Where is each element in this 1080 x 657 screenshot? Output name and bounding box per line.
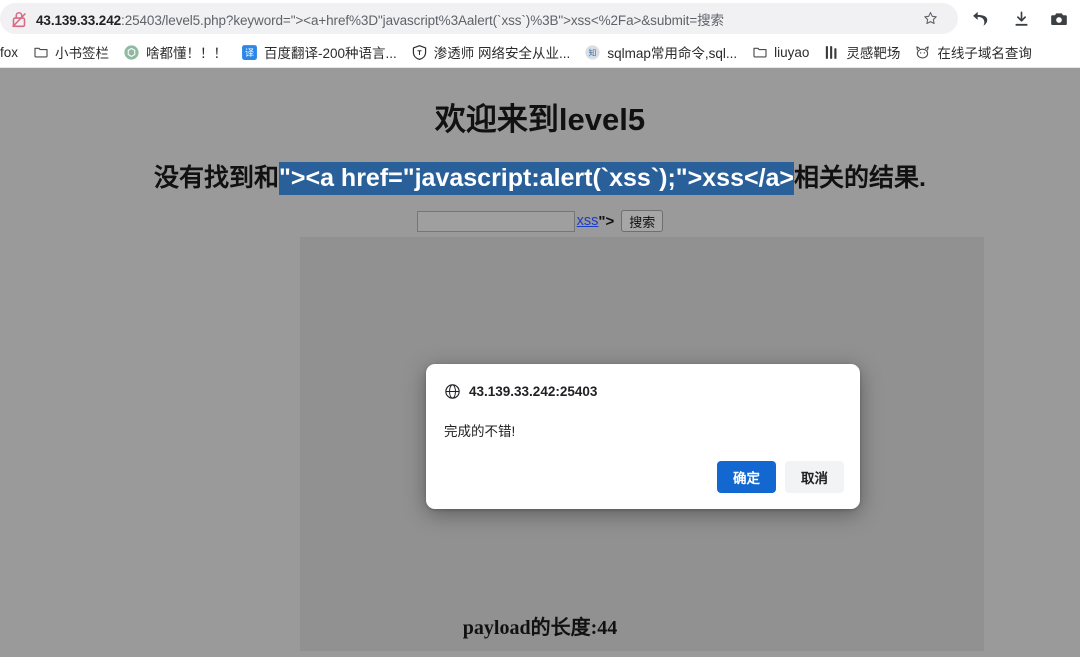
chatgpt-icon [123, 44, 140, 61]
dialog-message: 完成的不错! [444, 424, 516, 439]
page-title: 欢迎来到level5 [434, 102, 646, 137]
bookmark-label: 在线子域名查询 [937, 46, 1032, 61]
search-trailing-text: "> [598, 212, 615, 230]
result-selected-payload: "><a href="javascript:alert(`xss`);">xss… [279, 162, 795, 195]
dialog-header: 43.139.33.242:25403 [444, 383, 597, 400]
search-input[interactable] [416, 210, 575, 232]
bookmarks-bar: fox 小书签栏 啥都懂！！！ 译 百度翻译-200种语言... 渗透师 网络安… [0, 37, 1080, 68]
bookmark-label: fox [0, 44, 19, 60]
folder-icon [32, 44, 49, 61]
url-host: 43.139.33.242 [36, 12, 122, 28]
dialog-title: 43.139.33.242:25403 [469, 384, 598, 399]
dialog-cancel-button[interactable]: 取消 [785, 461, 844, 493]
bookmark-label: 灵感靶场 [846, 46, 901, 61]
folder-icon [751, 44, 768, 61]
download-icon[interactable] [1008, 6, 1034, 32]
bookmark-label: sqlmap常用命令,sql... [607, 46, 738, 61]
svg-text:知: 知 [589, 47, 597, 57]
cat-icon [914, 44, 931, 61]
omnibox-row: 43.139.33.242:25403/level5.php?keyword="… [0, 0, 1080, 37]
bookmark-item-folder-shuqianlan[interactable]: 小书签栏 [25, 39, 116, 65]
xss-link[interactable]: xss [577, 213, 599, 229]
svg-text:译: 译 [245, 48, 254, 59]
bookmark-item-shadoudong[interactable]: 啥都懂！！！ [116, 39, 234, 65]
browser-window: 43.139.33.242:25403/level5.php?keyword="… [0, 0, 1080, 657]
bookmark-item-baidu-translate[interactable]: 译 百度翻译-200种语言... [234, 39, 404, 65]
bookmark-label: 啥都懂！！！ [146, 46, 228, 61]
javascript-alert-dialog: 43.139.33.242:25403 完成的不错! 确定 取消 [426, 364, 860, 509]
result-prefix: 没有找到和 [154, 164, 280, 192]
undo-arrow-icon[interactable] [968, 6, 994, 32]
bookmark-label: 渗透师 网络安全从业... [433, 46, 571, 61]
payload-length-text: payload的长度:44 [462, 617, 618, 639]
bookmark-item-linggan-fanchang[interactable]: 灵感靶场 [816, 39, 907, 65]
bookmark-star-icon[interactable] [915, 3, 946, 34]
dialog-ok-button[interactable]: 确定 [717, 461, 776, 493]
result-message: 没有找到和"><a href="javascript:alert(`xss`);… [0, 158, 1080, 195]
bookmark-label: liuyao [774, 44, 810, 60]
search-button[interactable]: 搜索 [621, 210, 664, 232]
globe-icon [444, 383, 461, 400]
bookmark-item-shentoushi[interactable]: 渗透师 网络安全从业... [404, 39, 578, 65]
search-form: xss "> 搜索 [0, 210, 1080, 232]
bookmark-label: 小书签栏 [55, 46, 110, 61]
shield-icon [411, 44, 428, 61]
translate-icon: 译 [241, 44, 258, 61]
bookmark-item-sqlmap[interactable]: 知 sqlmap常用命令,sql... [577, 39, 744, 65]
bookmark-item-folder-liuyao[interactable]: liuyao [744, 41, 816, 64]
lock-crossed-icon[interactable] [8, 8, 30, 30]
address-bar[interactable]: 43.139.33.242:25403/level5.php?keyword="… [0, 3, 958, 34]
dialog-actions: 确定 取消 [717, 461, 844, 493]
zhihu-icon: 知 [584, 44, 601, 61]
lab-icon [823, 44, 840, 61]
url-text: 43.139.33.242:25403/level5.php?keyword="… [36, 9, 724, 29]
browser-chrome: 43.139.33.242:25403/level5.php?keyword="… [0, 0, 1080, 68]
result-suffix: 相关的结果. [794, 164, 926, 192]
page-body: 欢迎来到level5 没有找到和"><a href="javascript:al… [0, 68, 1080, 657]
url-path: :25403/level5.php?keyword="><a+href%3D"j… [121, 12, 724, 28]
screenshot-camera-icon[interactable] [1046, 6, 1072, 32]
bookmark-item-subdomain-query[interactable]: 在线子域名查询 [907, 39, 1039, 65]
bookmark-item-0[interactable]: fox [0, 42, 25, 63]
bookmark-label: 百度翻译-200种语言... [264, 46, 397, 61]
